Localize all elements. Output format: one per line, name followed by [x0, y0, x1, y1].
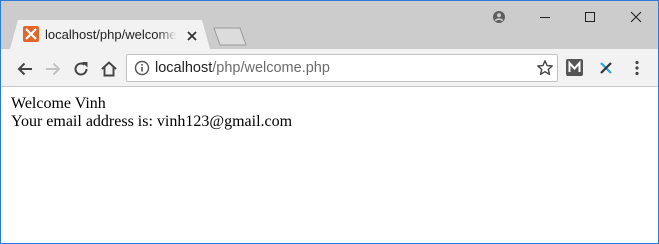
welcome-text: Welcome Vinh — [11, 95, 106, 112]
back-arrow-icon[interactable] — [15, 59, 35, 79]
maximize-button[interactable] — [576, 7, 604, 27]
info-icon[interactable] — [134, 60, 150, 76]
reload-icon[interactable] — [71, 59, 91, 79]
home-icon[interactable] — [99, 59, 119, 79]
email-text: Your email address is: vinh123@gmail.com — [11, 113, 293, 130]
url-text[interactable]: localhost/php/welcome.php — [155, 60, 330, 78]
tab-close-icon[interactable] — [185, 28, 199, 42]
browser-window: localhost/php/welcome.php — [0, 0, 659, 244]
extension-m-icon[interactable] — [566, 59, 583, 76]
url-path: /php/welcome.php — [212, 60, 330, 76]
page-content: Welcome Vinh Your email address is: vinh… — [11, 95, 651, 131]
tab-title: localhost/php/welcome.php — [45, 27, 177, 42]
minimize-button[interactable] — [531, 7, 559, 27]
close-window-button[interactable] — [622, 7, 650, 27]
xampp-icon — [23, 26, 39, 42]
forward-arrow-icon[interactable] — [43, 59, 63, 79]
new-tab-button[interactable] — [213, 27, 247, 46]
url-host: localhost — [155, 60, 213, 76]
profile-icon[interactable] — [485, 7, 513, 27]
menu-kebab-icon[interactable] — [630, 59, 644, 77]
bookmark-star-icon[interactable] — [536, 59, 554, 77]
extension-x-icon[interactable] — [597, 59, 615, 77]
